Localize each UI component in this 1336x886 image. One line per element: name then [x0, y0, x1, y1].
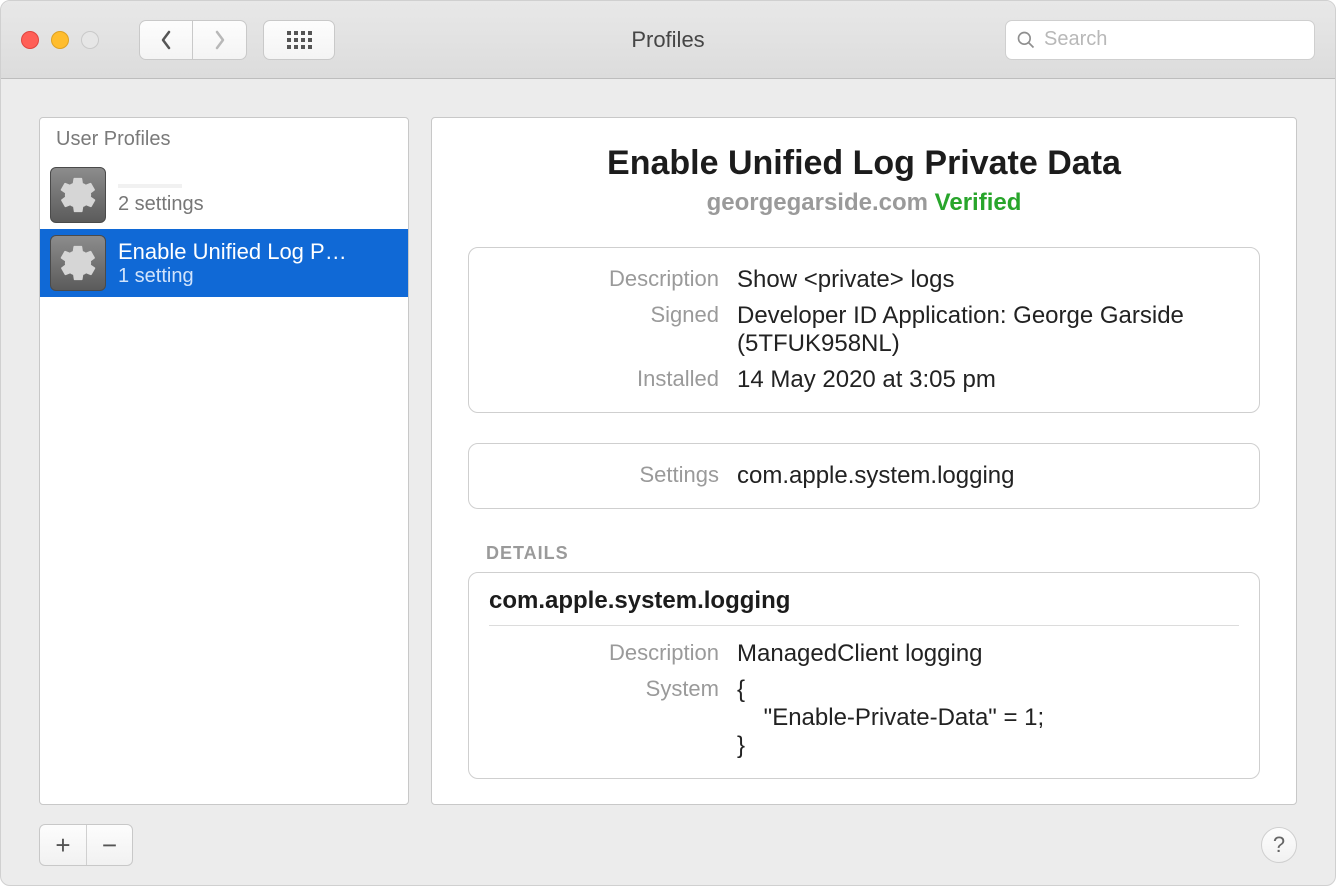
maximize-button	[81, 31, 99, 49]
search-field[interactable]	[1005, 20, 1315, 60]
back-button[interactable]	[139, 20, 193, 60]
profile-item-1[interactable]: Enable Unified Log P… 1 setting	[40, 229, 408, 297]
add-profile-button[interactable]: +	[40, 825, 86, 865]
details-description-value: ManagedClient logging	[737, 640, 1239, 668]
gear-icon	[50, 235, 106, 291]
details-system-value: { "Enable-Private-Data" = 1; }	[737, 676, 1239, 760]
profile-domain: georgegarside.com	[707, 189, 928, 216]
gear-icon	[50, 167, 106, 223]
profile-title: Enable Unified Log Private Data	[468, 144, 1260, 183]
forward-button	[193, 20, 247, 60]
nav-buttons	[139, 20, 247, 60]
search-input[interactable]	[1044, 28, 1304, 51]
close-button[interactable]	[21, 31, 39, 49]
profile-details: Enable Unified Log Private Data georgega…	[431, 117, 1297, 805]
verified-badge: Verified	[935, 189, 1022, 216]
grid-icon	[287, 31, 312, 49]
profiles-sidebar: User Profiles 2 settings Enable Unified …	[39, 117, 409, 805]
remove-profile-button[interactable]: −	[86, 825, 132, 865]
description-value: Show <private> logs	[737, 266, 1239, 294]
settings-box: Settings com.apple.system.logging	[468, 443, 1260, 509]
profile-info-box: Description Show <private> logs Signed D…	[468, 247, 1260, 413]
sidebar-header: User Profiles	[40, 118, 408, 161]
minimize-button[interactable]	[51, 31, 69, 49]
signed-label: Signed	[489, 302, 719, 328]
details-system-label: System	[489, 676, 719, 702]
content: User Profiles 2 settings Enable Unified …	[1, 79, 1335, 805]
bottom-bar: + − ?	[1, 805, 1335, 885]
help-button[interactable]: ?	[1261, 827, 1297, 863]
show-all-button[interactable]	[263, 20, 335, 60]
titlebar: Profiles	[1, 1, 1335, 79]
installed-value: 14 May 2020 at 3:05 pm	[737, 366, 1239, 394]
window: Profiles User Profiles 2 settings	[0, 0, 1336, 886]
traffic-lights	[21, 31, 99, 49]
settings-value: com.apple.system.logging	[737, 462, 1239, 490]
installed-label: Installed	[489, 366, 719, 392]
add-remove-buttons: + −	[39, 824, 133, 866]
window-title: Profiles	[631, 27, 704, 53]
profile-subtitle: georgegarside.com Verified	[468, 189, 1260, 217]
details-section-label: DETAILS	[468, 543, 1260, 564]
chevron-right-icon	[213, 30, 227, 50]
profile-text: Enable Unified Log P… 1 setting	[118, 239, 398, 288]
search-icon	[1016, 30, 1036, 50]
profile-sub: 1 setting	[118, 265, 398, 288]
profile-name: Enable Unified Log P…	[118, 239, 398, 265]
profile-name	[118, 184, 182, 188]
profile-sub: 2 settings	[118, 193, 398, 216]
profile-item-0[interactable]: 2 settings	[40, 161, 408, 229]
signed-value: Developer ID Application: George Garside…	[737, 302, 1239, 358]
chevron-left-icon	[159, 30, 173, 50]
details-box: com.apple.system.logging Description Man…	[468, 572, 1260, 779]
details-description-label: Description	[489, 640, 719, 666]
profile-text: 2 settings	[118, 175, 398, 216]
details-header: com.apple.system.logging	[489, 587, 1239, 626]
settings-label: Settings	[489, 462, 719, 488]
description-label: Description	[489, 266, 719, 292]
